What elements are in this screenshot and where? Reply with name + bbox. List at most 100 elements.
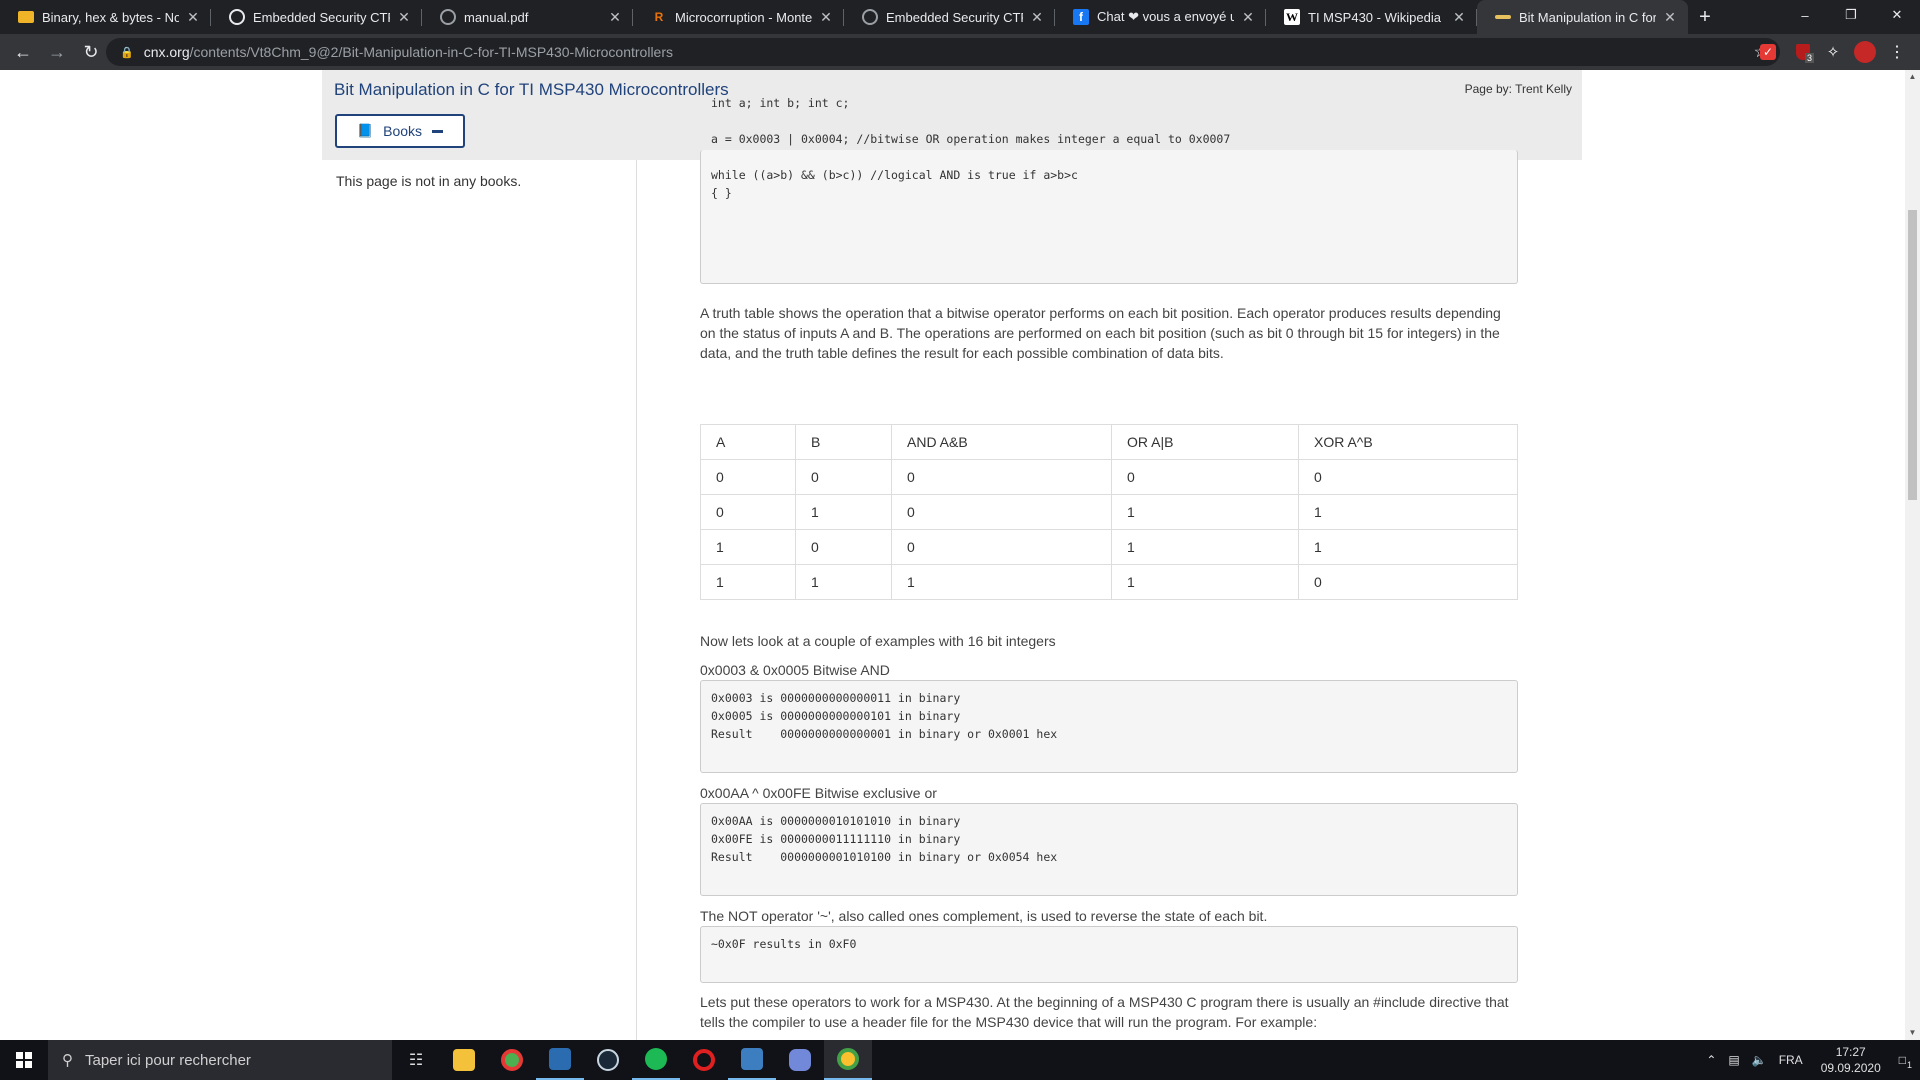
table-cell: 0 [795, 459, 892, 495]
sidebar-divider [636, 160, 637, 1040]
table-header-cell: A [700, 424, 796, 460]
page-scrollbar[interactable]: ▲ ▼ [1905, 70, 1920, 1040]
new-tab-button[interactable]: + [1688, 0, 1722, 34]
page-title: Bit Manipulation in C for TI MSP430 Micr… [334, 80, 729, 99]
network-icon[interactable]: ▤ [1728, 1053, 1739, 1067]
table-cell: 1 [1111, 564, 1299, 600]
table-row: 01011 [700, 494, 1518, 530]
browser-tab[interactable]: R Microcorruption - Montevideo ✕ [633, 0, 844, 34]
books-toggle-button[interactable]: 📘 Books [335, 114, 465, 148]
folder-icon [18, 11, 34, 23]
tab-title: Bit Manipulation in C for TI MSP430 [1519, 9, 1656, 25]
browser-tab[interactable]: Bit Manipulation in C for TI MSP430 ✕ [1477, 0, 1688, 34]
chrome-icon[interactable] [488, 1040, 536, 1080]
browser-tab[interactable]: Embedded Security CTF ✕ [211, 0, 422, 34]
table-header-cell: AND A&B [891, 424, 1112, 460]
url-path: /contents/Vt8Chm_9@2/Bit-Manipulation-in… [189, 44, 674, 60]
tab-title: Binary, hex & bytes - Notes [42, 9, 179, 25]
browser-tab[interactable]: f Chat ❤ vous a envoyé un message ✕ [1055, 0, 1266, 34]
steam-icon[interactable] [584, 1040, 632, 1080]
close-window-icon[interactable]: ✕ [1874, 0, 1920, 30]
books-label: Books [383, 123, 423, 139]
r-logo-icon: R [654, 10, 664, 24]
windows-taskbar: ⚲ Taper ici pour rechercher ☷ ⌃ ▤ 🔈 FRA … [0, 1040, 1920, 1080]
table-header-cell: XOR A^B [1298, 424, 1518, 460]
table-cell: 1 [1111, 529, 1299, 565]
ublock-extension-icon[interactable]: 3 [1792, 41, 1814, 63]
tab-close-icon[interactable]: ✕ [185, 9, 201, 26]
volume-icon[interactable]: 🔈 [1752, 1053, 1767, 1067]
code-block-xor: 0x00AA is 0000000010101010 in binary 0x0… [700, 803, 1518, 896]
table-row: 11110 [700, 564, 1518, 600]
file-explorer-icon[interactable] [440, 1040, 488, 1080]
globe-icon [440, 9, 456, 25]
windows-start-icon[interactable] [0, 1040, 48, 1080]
table-row: 10011 [700, 529, 1518, 565]
truth-table-intro: A truth table shows the operation that a… [700, 305, 1501, 361]
code-block-and: 0x0003 is 0000000000000011 in binary 0x0… [700, 680, 1518, 773]
tab-close-icon[interactable]: ✕ [607, 9, 623, 26]
cnx-icon [1495, 15, 1511, 19]
notification-center-icon[interactable]: □ 1 [1899, 1053, 1912, 1070]
browser-tab[interactable]: Binary, hex & bytes - Notes ✕ [0, 0, 211, 34]
table-header-cell: OR A|B [1111, 424, 1299, 460]
tab-close-icon[interactable]: ✕ [1029, 9, 1045, 26]
opera-icon[interactable] [680, 1040, 728, 1080]
browser-tab[interactable]: W TI MSP430 - Wikipedia ✕ [1266, 0, 1477, 34]
table-cell: 1 [891, 564, 1112, 600]
tray-chevron-icon[interactable]: ⌃ [1706, 1053, 1716, 1067]
scroll-down-icon[interactable]: ▼ [1905, 1026, 1920, 1040]
forward-icon[interactable]: → [42, 37, 72, 67]
tab-close-icon[interactable]: ✕ [818, 9, 834, 26]
calculator-icon[interactable] [536, 1040, 584, 1080]
tab-close-icon[interactable]: ✕ [1451, 9, 1467, 26]
extensions-puzzle-icon[interactable]: ✧ [1822, 41, 1844, 63]
browser-tab[interactable]: manual.pdf ✕ [422, 0, 633, 34]
book-icon: 📘 [356, 123, 374, 138]
back-icon[interactable]: ← [8, 37, 38, 67]
task-view-icon[interactable]: ☷ [392, 1040, 440, 1080]
sidebar-books-note: This page is not in any books. [336, 173, 522, 189]
minimize-icon[interactable]: – [1782, 0, 1828, 30]
chrome-active-icon[interactable] [824, 1040, 872, 1080]
address-bar[interactable]: 🔒 cnx.org/contents/Vt8Chm_9@2/Bit-Manipu… [106, 38, 1780, 66]
tab-strip: Binary, hex & bytes - Notes ✕ Embedded Sec… [0, 0, 1920, 34]
tab-close-icon[interactable]: ✕ [396, 9, 412, 26]
table-cell: 1 [795, 564, 892, 600]
table-cell: 0 [700, 494, 796, 530]
table-cell: 1 [1298, 529, 1518, 565]
globe-icon [862, 9, 878, 25]
profile-avatar[interactable] [1854, 41, 1876, 63]
table-cell: 0 [1298, 564, 1518, 600]
table-cell: 0 [891, 494, 1112, 530]
code-text: int a; int b; int c; a = 0x0003 | 0x0004… [711, 96, 1231, 200]
discord-icon[interactable] [776, 1040, 824, 1080]
restore-icon[interactable]: ❐ [1828, 0, 1874, 30]
scroll-up-icon[interactable]: ▲ [1905, 70, 1920, 84]
taskbar-search[interactable]: ⚲ Taper ici pour rechercher [48, 1040, 392, 1080]
notification-count: 1 [1906, 1060, 1912, 1070]
search-icon: ⚲ [62, 1052, 73, 1069]
scroll-thumb[interactable] [1908, 210, 1917, 500]
search-placeholder: Taper ici pour rechercher [85, 1051, 251, 1069]
table-cell: 1 [795, 494, 892, 530]
page-author: Page by: Trent Kelly [1464, 82, 1572, 96]
tab-close-icon[interactable]: ✕ [1240, 9, 1256, 26]
reload-icon[interactable]: ↻ [76, 37, 106, 67]
system-tray: ⌃ ▤ 🔈 FRA 17:27 09.09.2020 □ 1 [1700, 1040, 1920, 1080]
pocket-extension-icon[interactable]: ✓ [1760, 44, 1776, 60]
example-and-label: 0x0003 & 0x0005 Bitwise AND [700, 662, 890, 678]
table-cell: 0 [1298, 459, 1518, 495]
spotify-icon[interactable] [632, 1040, 680, 1080]
language-indicator[interactable]: FRA [1779, 1053, 1803, 1067]
url-host: cnx.org [143, 44, 190, 60]
menu-kebab-icon[interactable]: ⋮ [1886, 41, 1908, 63]
browser-tab[interactable]: Embedded Security CTF ✕ [844, 0, 1055, 34]
tab-close-icon[interactable]: ✕ [1662, 9, 1678, 26]
globe-icon [229, 9, 245, 25]
tab-title: Embedded Security CTF [253, 9, 390, 25]
not-operator-text: The NOT operator '~', also called ones c… [700, 908, 1268, 924]
remote-desktop-icon[interactable] [728, 1040, 776, 1080]
clock[interactable]: 17:27 09.09.2020 [1821, 1044, 1881, 1076]
code-block-not: ~0x0F results in 0xF0 [700, 926, 1518, 983]
